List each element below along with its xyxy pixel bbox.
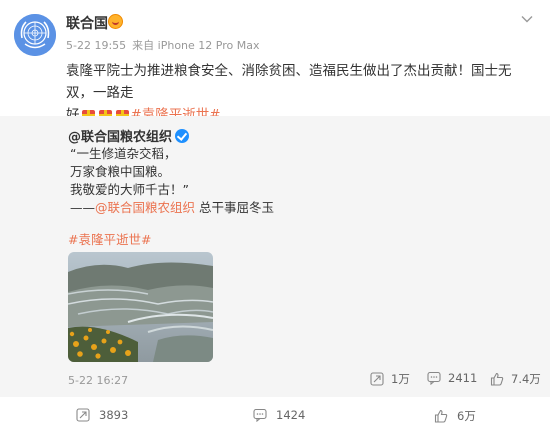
repost-box[interactable]: @联合国粮农组织 “一生修道杂交稻， 万家食粮中国粮。 我敬爱的大师千古！” —…: [0, 116, 550, 397]
repost-like-button[interactable]: 7.4万: [490, 371, 541, 387]
signature-title: 总干事屈冬玉: [195, 200, 274, 215]
repost-reposts-count: 1万: [391, 372, 410, 386]
post-time[interactable]: 5-22 19:55: [66, 39, 126, 52]
chevron-down-icon[interactable]: [520, 12, 534, 26]
repost-reposts-button[interactable]: 1万: [370, 371, 410, 387]
repost-likes-count: 7.4万: [511, 372, 541, 386]
repost-icon: [370, 372, 384, 386]
comment-icon: [253, 408, 267, 422]
repost-hashtag-link[interactable]: #袁隆平逝世#: [68, 229, 151, 248]
likes-count: 6万: [457, 409, 476, 423]
repost-image[interactable]: [68, 252, 213, 362]
reposts-count: 3893: [99, 408, 129, 422]
username[interactable]: 联合国: [66, 13, 108, 33]
avatar[interactable]: [14, 14, 56, 56]
rice-terrace-photo: [68, 252, 213, 362]
repost-comments-button[interactable]: 2411: [427, 371, 477, 385]
post-text-line: 袁隆平院士为推进粮食安全、消除贫困、造福民生做出了杰出贡献！国士无双，一路走: [66, 63, 512, 101]
post-source: 来自 iPhone 12 Pro Max: [132, 39, 260, 52]
repost-line: 万家食粮中国粮。: [70, 164, 171, 179]
repost-button[interactable]: 3893: [76, 408, 128, 422]
thumbs-up-icon: [490, 372, 504, 386]
comment-icon: [427, 371, 441, 385]
repost-comments-count: 2411: [448, 371, 478, 385]
repost-author[interactable]: @联合国粮农组织: [68, 126, 190, 145]
vip-badge-icon: [108, 14, 123, 29]
repost-author-name[interactable]: @联合国粮农组织: [68, 130, 172, 145]
un-emblem-icon: [14, 14, 56, 56]
signature-author-link[interactable]: @联合国粮农组织: [95, 200, 195, 215]
post-meta: 5-22 19:55 来自 iPhone 12 Pro Max: [66, 37, 259, 53]
signature-dash: ——: [70, 200, 95, 215]
repost-text: “一生修道杂交稻， 万家食粮中国粮。 我敬爱的大师千古！” ——@联合国粮农组织…: [70, 145, 274, 217]
comment-button[interactable]: 1424: [253, 408, 305, 422]
repost-icon: [76, 408, 90, 422]
repost-time[interactable]: 5-22 16:27: [68, 374, 128, 387]
repost-line: 我敬爱的大师千古！”: [70, 182, 189, 197]
comments-count: 1424: [276, 408, 306, 422]
weibo-post: 联合国 5-22 19:55 来自 iPhone 12 Pro Max 袁隆平院士…: [0, 0, 550, 432]
repost-signature: ——@联合国粮农组织 总干事屈冬玉: [70, 199, 274, 217]
thumbs-up-icon: [434, 409, 448, 423]
like-button[interactable]: 6万: [434, 408, 476, 424]
verified-icon: [175, 129, 190, 143]
repost-line: “一生修道杂交稻，: [70, 146, 177, 161]
